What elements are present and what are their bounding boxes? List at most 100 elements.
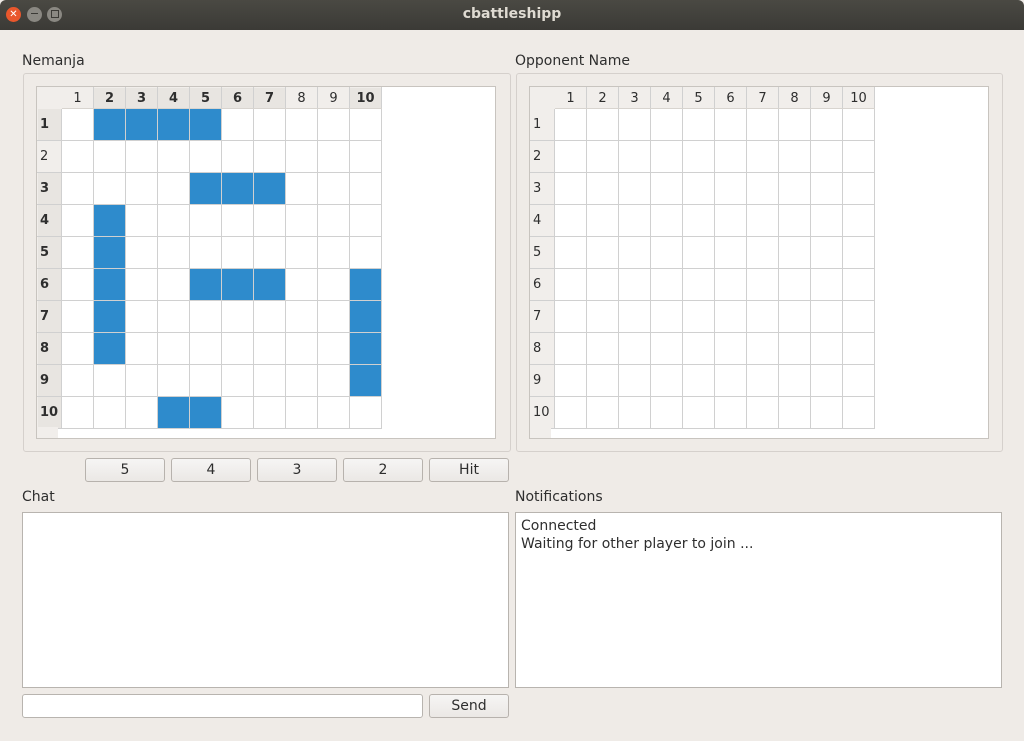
grid-cell[interactable] <box>810 236 843 269</box>
column-header[interactable]: 4 <box>157 87 190 109</box>
grid-cell[interactable] <box>618 172 651 205</box>
grid-cell[interactable] <box>810 140 843 173</box>
ship-cell[interactable] <box>93 332 126 365</box>
grid-cell[interactable] <box>842 364 875 397</box>
ship-cell[interactable] <box>253 172 286 205</box>
grid-cell[interactable] <box>650 204 683 237</box>
grid-cell[interactable] <box>317 332 350 365</box>
grid-cell[interactable] <box>61 396 94 429</box>
ship-cell[interactable] <box>157 108 190 141</box>
grid-cell[interactable] <box>221 364 254 397</box>
grid-cell[interactable] <box>317 172 350 205</box>
grid-cell[interactable] <box>810 300 843 333</box>
grid-cell[interactable] <box>810 172 843 205</box>
row-header[interactable]: 8 <box>530 332 555 365</box>
grid-cell[interactable] <box>842 332 875 365</box>
grid-cell[interactable] <box>93 172 126 205</box>
grid-cell[interactable] <box>778 108 811 141</box>
ship-cell[interactable] <box>349 332 382 365</box>
grid-cell[interactable] <box>93 396 126 429</box>
notifications-log[interactable]: Connected Waiting for other player to jo… <box>515 512 1002 688</box>
ship-cell[interactable] <box>93 204 126 237</box>
row-header[interactable]: 7 <box>37 300 62 333</box>
grid-cell[interactable] <box>61 268 94 301</box>
grid-cell[interactable] <box>317 300 350 333</box>
grid-cell[interactable] <box>682 236 715 269</box>
row-header[interactable]: 5 <box>37 236 62 269</box>
grid-cell[interactable] <box>125 204 158 237</box>
chat-log[interactable] <box>22 512 509 688</box>
grid-cell[interactable] <box>746 172 779 205</box>
grid-cell[interactable] <box>842 268 875 301</box>
grid-cell[interactable] <box>810 364 843 397</box>
ship-cell[interactable] <box>221 268 254 301</box>
column-header[interactable]: 4 <box>650 87 683 109</box>
grid-cell[interactable] <box>317 236 350 269</box>
grid-cell[interactable] <box>189 300 222 333</box>
grid-cell[interactable] <box>842 204 875 237</box>
row-header[interactable]: 10 <box>530 396 555 429</box>
grid-cell[interactable] <box>714 236 747 269</box>
grid-cell[interactable] <box>93 140 126 173</box>
grid-cell[interactable] <box>810 204 843 237</box>
grid-cell[interactable] <box>746 108 779 141</box>
hit-button[interactable]: Hit <box>429 458 509 482</box>
grid-cell[interactable] <box>650 140 683 173</box>
column-header[interactable]: 2 <box>586 87 619 109</box>
grid-cell[interactable] <box>746 332 779 365</box>
chat-message-input[interactable] <box>22 694 423 718</box>
ship-4-button[interactable]: 4 <box>171 458 251 482</box>
grid-cell[interactable] <box>586 108 619 141</box>
grid-cell[interactable] <box>810 108 843 141</box>
grid-cell[interactable] <box>778 268 811 301</box>
grid-cell[interactable] <box>157 236 190 269</box>
grid-cell[interactable] <box>714 396 747 429</box>
grid-cell[interactable] <box>682 140 715 173</box>
column-header[interactable]: 7 <box>253 87 286 109</box>
grid-cell[interactable] <box>317 268 350 301</box>
grid-cell[interactable] <box>746 364 779 397</box>
grid-cell[interactable] <box>714 108 747 141</box>
grid-cell[interactable] <box>746 300 779 333</box>
row-header[interactable]: 5 <box>530 236 555 269</box>
grid-cell[interactable] <box>285 300 318 333</box>
grid-cell[interactable] <box>285 268 318 301</box>
grid-cell[interactable] <box>554 332 587 365</box>
column-header[interactable]: 1 <box>61 87 94 109</box>
grid-cell[interactable] <box>778 140 811 173</box>
grid-cell[interactable] <box>714 332 747 365</box>
grid-cell[interactable] <box>221 108 254 141</box>
grid-cell[interactable] <box>285 332 318 365</box>
column-header[interactable]: 5 <box>682 87 715 109</box>
grid-cell[interactable] <box>253 364 286 397</box>
grid-cell[interactable] <box>682 268 715 301</box>
grid-cell[interactable] <box>650 108 683 141</box>
row-header[interactable]: 3 <box>37 172 62 205</box>
ship-cell[interactable] <box>93 236 126 269</box>
grid-cell[interactable] <box>714 204 747 237</box>
grid-cell[interactable] <box>618 396 651 429</box>
grid-cell[interactable] <box>317 140 350 173</box>
grid-cell[interactable] <box>157 204 190 237</box>
grid-cell[interactable] <box>810 268 843 301</box>
grid-cell[interactable] <box>586 140 619 173</box>
column-header[interactable]: 9 <box>317 87 350 109</box>
ship-cell[interactable] <box>189 396 222 429</box>
grid-cell[interactable] <box>253 396 286 429</box>
grid-cell[interactable] <box>554 140 587 173</box>
grid-cell[interactable] <box>253 108 286 141</box>
row-header[interactable]: 1 <box>37 108 62 141</box>
grid-cell[interactable] <box>157 172 190 205</box>
grid-cell[interactable] <box>714 300 747 333</box>
row-header[interactable]: 4 <box>530 204 555 237</box>
grid-cell[interactable] <box>778 236 811 269</box>
grid-cell[interactable] <box>349 396 382 429</box>
grid-cell[interactable] <box>317 204 350 237</box>
grid-cell[interactable] <box>778 364 811 397</box>
grid-cell[interactable] <box>221 204 254 237</box>
grid-cell[interactable] <box>586 300 619 333</box>
grid-cell[interactable] <box>682 364 715 397</box>
grid-cell[interactable] <box>650 364 683 397</box>
row-header[interactable]: 1 <box>530 108 555 141</box>
grid-cell[interactable] <box>554 268 587 301</box>
